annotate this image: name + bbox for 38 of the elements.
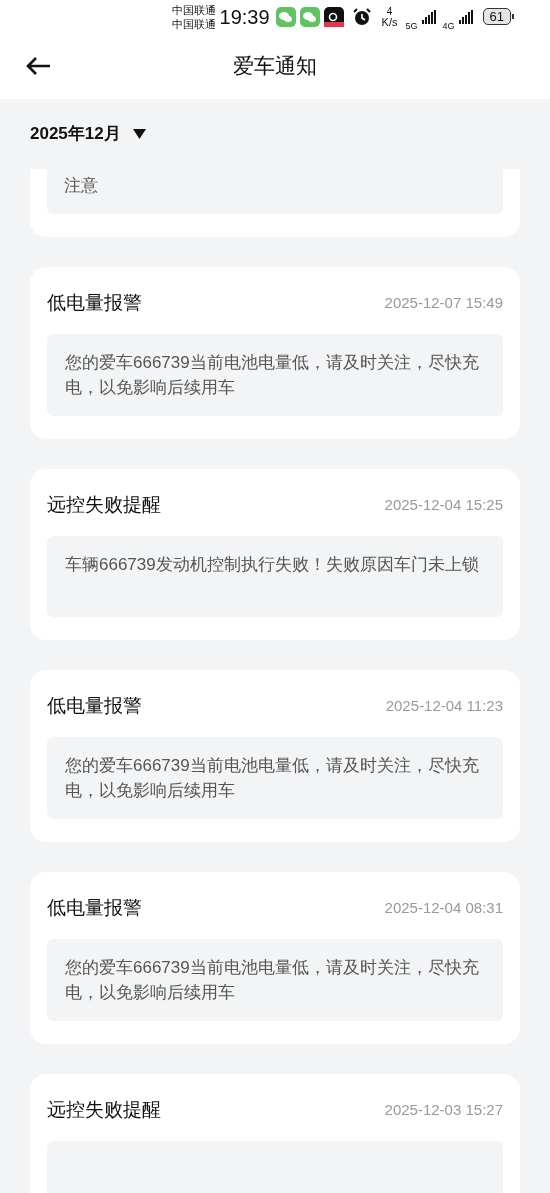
back-arrow-icon <box>25 55 51 76</box>
battery-level: 61 <box>482 8 511 26</box>
message-text: 您的爱车666739当前电池电量低，请及时关注，尽快充电，以免影响后续用车 <box>65 351 480 399</box>
notification-time: 2025-12-03 15:27 <box>384 1100 503 1121</box>
chat-app-icon <box>275 6 296 27</box>
message-text: 注意 <box>64 174 98 197</box>
signal-icon <box>421 9 436 24</box>
notification-title: 远控失败提醒 <box>47 1098 161 1123</box>
dropdown-triangle-icon <box>132 128 146 139</box>
notification-title: 低电量报警 <box>47 291 142 316</box>
notification-card[interactable]: 远控失败提醒 2025-12-04 15:25 车辆666739发动机控制执行失败！失败原因车门未上锁 <box>30 468 520 640</box>
carrier-name: 中国联通 <box>171 16 216 31</box>
month-selector[interactable]: 2025年12月 <box>30 120 146 147</box>
notification-title: 低电量报警 <box>47 694 142 719</box>
notification-card[interactable]: 低电量报警 2025-12-07 15:49 您的爱车666739当前电池电量低，请及时关注，尽快充电，以免影响后续用车 <box>30 266 520 439</box>
carrier-name: 中国联通 <box>171 2 216 17</box>
notification-time: 2025-12-04 11:23 <box>385 696 503 717</box>
notification-card[interactable]: 低电量报警 2025-12-04 08:31 您的爱车666739当前电池电量低，请及时关注，尽快充电，以免影响后续用车 <box>30 871 520 1044</box>
notification-card[interactable]: 远控失败提醒 2025-12-03 15:27 <box>30 1073 520 1193</box>
chat-app-icon <box>299 6 320 27</box>
notification-title: 远控失败提醒 <box>47 493 161 518</box>
message-text: 车辆666739发动机控制执行失败！失败原因车门未上锁 <box>65 553 480 576</box>
status-time: 19:39 <box>219 4 270 30</box>
page-title: 爱车通知 <box>233 53 317 80</box>
network-type: 5G <box>405 20 418 33</box>
notification-time: 2025-12-04 08:31 <box>384 898 503 919</box>
network-speed-value: 4 <box>386 5 393 17</box>
music-app-icon <box>323 6 344 27</box>
message-text: 您的爱车666739当前电池电量低，请及时关注，尽快充电，以免影响后续用车 <box>65 956 480 1004</box>
network-type: 4G <box>442 20 455 33</box>
network-speed-unit: K/s <box>381 16 398 28</box>
alarm-icon <box>351 6 372 27</box>
message-text: 您的爱车666739当前电池电量低，请及时关注，尽快充电，以免影响后续用车 <box>65 754 480 802</box>
notification-time: 2025-12-04 15:25 <box>384 495 503 516</box>
notification-title: 低电量报警 <box>47 896 142 921</box>
notification-time: 2025-12-07 15:49 <box>384 293 503 314</box>
notification-card[interactable]: 低电量报警 2025-12-04 11:23 您的爱车666739当前电池电量低，请及时关注，尽快充电，以免影响后续用车 <box>30 669 520 842</box>
signal-icon <box>458 9 473 24</box>
